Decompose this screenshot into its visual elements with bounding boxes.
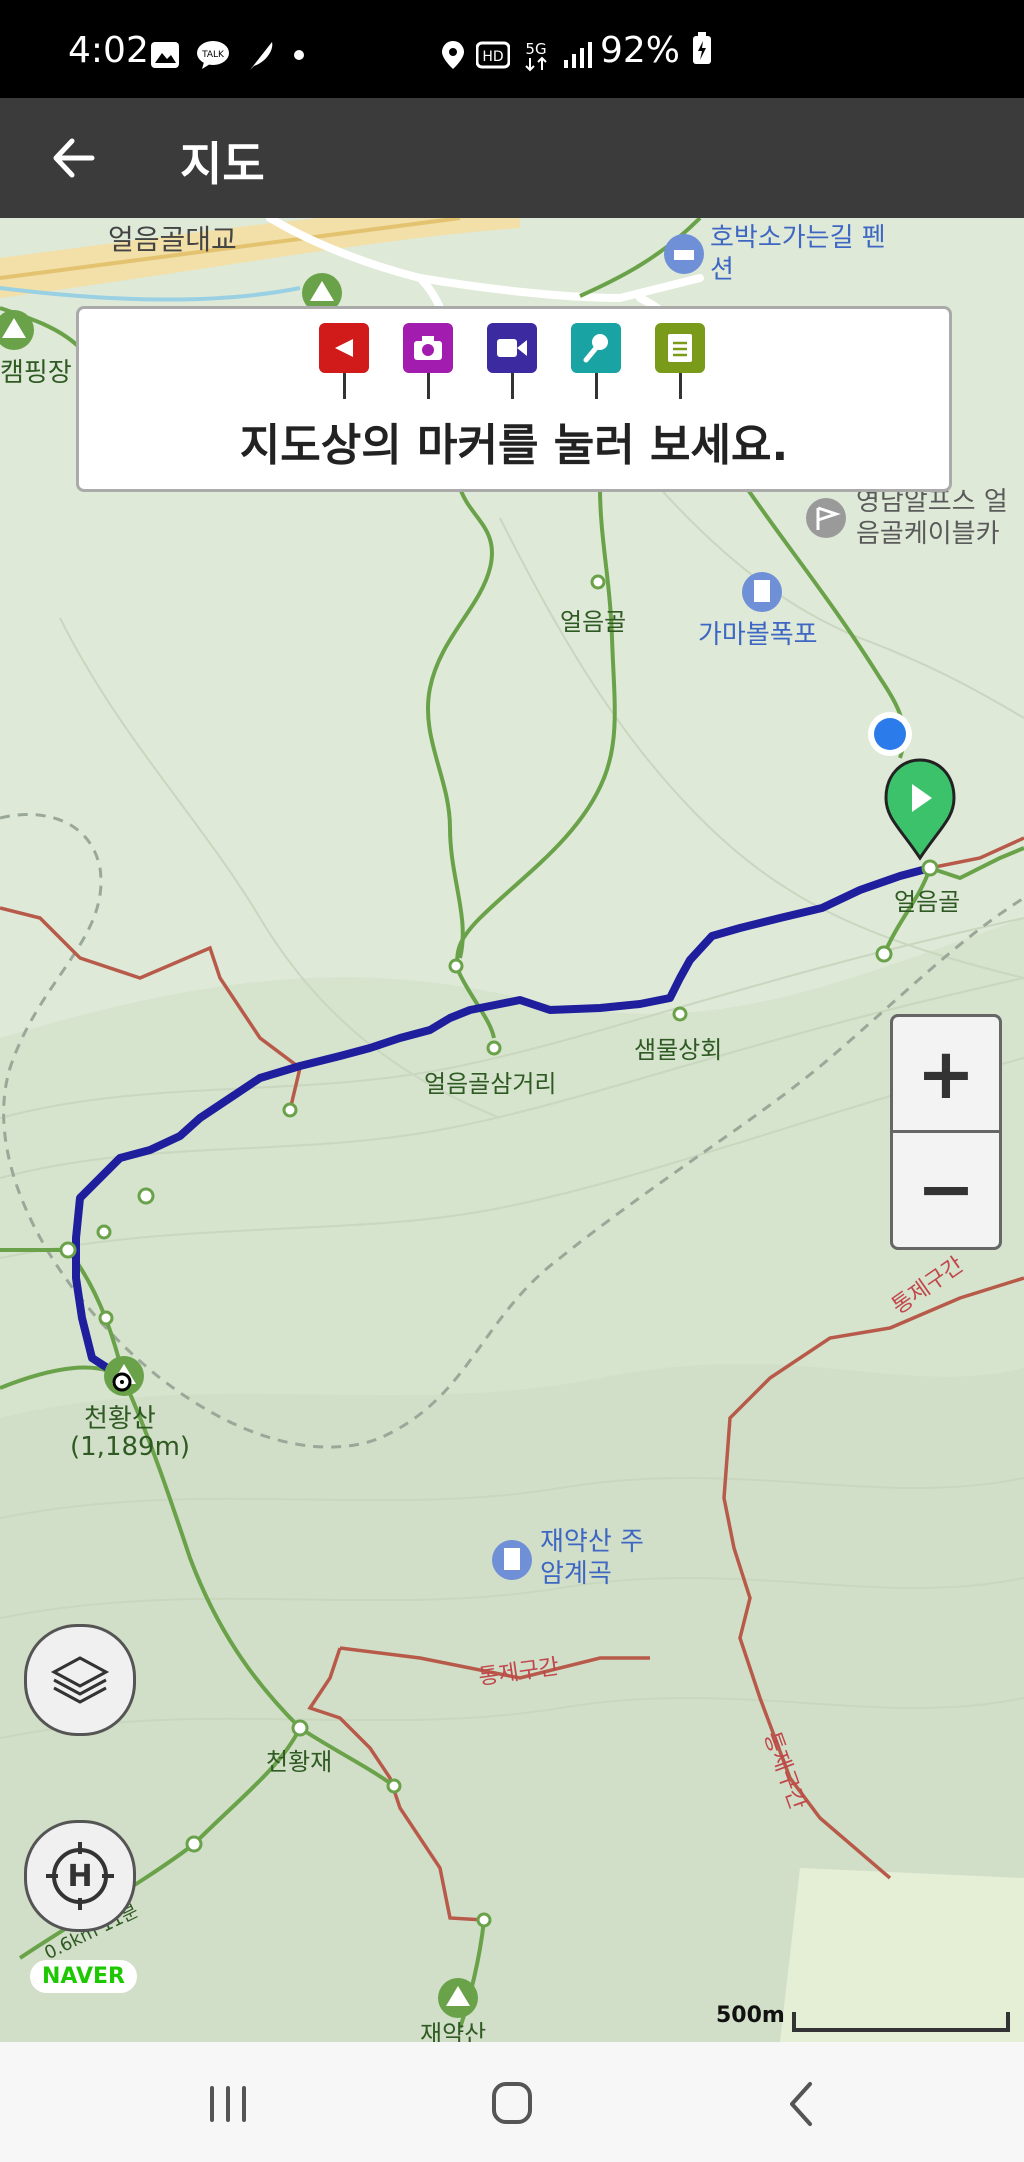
- hd-icon: HD: [476, 41, 510, 69]
- label-falls: 가마볼폭포: [698, 620, 818, 650]
- svg-text:TALK: TALK: [201, 50, 225, 60]
- label-bridge: 얼음골대교: [108, 223, 237, 256]
- signal-icon: [564, 42, 592, 68]
- back-icon[interactable]: [772, 2076, 832, 2132]
- flag-icon: [335, 339, 353, 357]
- battery-icon: [693, 32, 712, 64]
- marker-legend-panel: 지도상의 마커를 눌러 보세요.: [76, 306, 952, 492]
- back-arrow-icon[interactable]: [44, 128, 104, 188]
- system-navigation-bar: [0, 2042, 1024, 2162]
- label-camping: 캠핑장: [0, 358, 72, 388]
- layers-button[interactable]: [24, 1624, 136, 1736]
- microphone-icon: [583, 334, 608, 363]
- label-pension: 호박소가는길 펜션: [710, 223, 886, 285]
- svg-text:HD: HD: [482, 49, 503, 65]
- page-title: 지도: [180, 137, 265, 191]
- memo-marker[interactable]: [655, 323, 705, 399]
- label-cheonhwang-height: (1,189m): [70, 1432, 191, 1462]
- status-notification-icons: TALK: [150, 38, 306, 72]
- label-spring: 샘물상회: [634, 1036, 723, 1064]
- camera-icon: [414, 336, 442, 360]
- map-scale-bar: [792, 2012, 1010, 2032]
- status-system-icons: HD 5G: [440, 38, 594, 72]
- recent-apps-icon[interactable]: [198, 2076, 258, 2132]
- svg-text:H: H: [67, 1859, 92, 1894]
- video-marker[interactable]: [487, 323, 537, 399]
- label-cheonhwangjae: 천황재: [266, 1748, 333, 1776]
- marker-legend-list: [319, 323, 705, 399]
- microphone-marker[interactable]: [571, 323, 621, 399]
- label-jaeyak-valley: 재약산 주암계곡: [540, 1527, 644, 1589]
- label-cheonhwang: 천황산: [84, 1404, 156, 1434]
- battery-percentage: 92%: [600, 30, 713, 71]
- label-cablecar: 영남알프스 얼음골케이블카: [856, 487, 1008, 549]
- label-eoleumgol-right: 얼음골: [894, 888, 961, 916]
- camera-marker[interactable]: [403, 323, 453, 399]
- label-eoleumgol-top: 얼음골: [560, 608, 627, 636]
- zoom-controls: + −: [890, 1014, 1002, 1250]
- app-bar: 지도: [0, 98, 1024, 218]
- home-icon[interactable]: [482, 2076, 542, 2132]
- home-location-button[interactable]: H: [24, 1820, 136, 1932]
- feather-icon: [250, 42, 273, 70]
- flag-marker[interactable]: [319, 323, 369, 399]
- naver-logo: NAVER: [30, 1960, 137, 1993]
- status-bar: 4:02 TALK HD 5G 92%: [0, 0, 1024, 98]
- video-camera-icon: [497, 339, 527, 357]
- zoom-out-button[interactable]: −: [893, 1132, 999, 1245]
- zoom-in-button[interactable]: +: [893, 1017, 999, 1133]
- crosshair-home-icon: H: [46, 1842, 114, 1910]
- dot-icon: [294, 50, 304, 60]
- layers-icon: [50, 1656, 110, 1704]
- gallery-icon: [151, 42, 179, 68]
- svg-text:5G: 5G: [525, 40, 546, 58]
- label-jaeyaksan: 재약산: [420, 2020, 487, 2042]
- kakaotalk-icon: TALK: [197, 41, 229, 69]
- 5g-icon: 5G: [525, 40, 547, 72]
- legend-message: 지도상의 마커를 눌러 보세요.: [239, 420, 789, 471]
- memo-icon: [668, 334, 692, 362]
- status-time: 4:02: [68, 30, 149, 71]
- location-icon: [442, 41, 464, 69]
- label-junction: 얼음골삼거리: [424, 1070, 557, 1098]
- map-scale-label: 500m: [716, 2003, 785, 2028]
